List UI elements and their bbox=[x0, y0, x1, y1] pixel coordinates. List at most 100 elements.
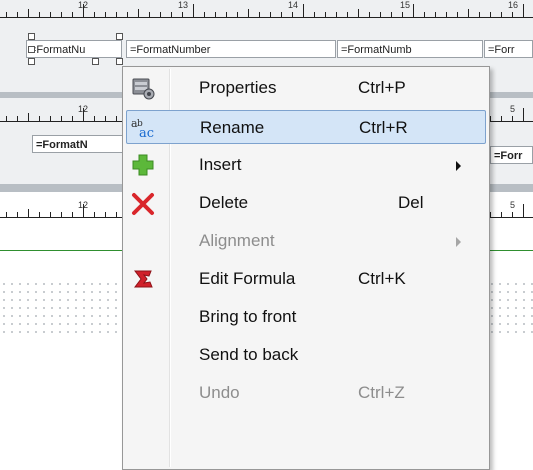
ruler-tick bbox=[72, 212, 73, 218]
ruler-tick bbox=[358, 9, 359, 18]
menu-item-insert[interactable]: Insert bbox=[126, 148, 486, 182]
ruler-tick bbox=[226, 12, 227, 18]
ruler-tick bbox=[94, 212, 95, 218]
ruler-tick bbox=[490, 116, 491, 122]
ruler-tick bbox=[83, 204, 84, 218]
ruler-tick bbox=[61, 116, 62, 122]
menu-item-label: Insert bbox=[199, 155, 242, 174]
ruler-tick bbox=[160, 12, 161, 18]
ruler-tick bbox=[347, 12, 348, 18]
ruler-number: 16 bbox=[508, 0, 519, 10]
menu-item-shortcut: Ctrl+K bbox=[358, 269, 406, 288]
ruler-tick bbox=[523, 4, 524, 18]
menu-item-bring-to-front[interactable]: Bring to front bbox=[126, 300, 486, 334]
menu-item-properties[interactable]: Properties Ctrl+P bbox=[126, 71, 486, 105]
ruler-tick bbox=[501, 212, 502, 218]
ruler-tick bbox=[39, 12, 40, 18]
ruler-tick bbox=[39, 116, 40, 122]
ruler-tick bbox=[435, 12, 436, 18]
ruler-tick bbox=[17, 12, 18, 18]
ruler-tick bbox=[248, 9, 249, 18]
menu-item-send-to-back[interactable]: Send to back bbox=[126, 338, 486, 372]
menu-item-edit-formula[interactable]: Edit Formula Ctrl+K bbox=[126, 262, 486, 296]
menu-item-label: Properties bbox=[199, 78, 277, 97]
menu-item-label: Rename bbox=[200, 118, 265, 137]
ruler-tick bbox=[512, 116, 513, 122]
ruler-tick bbox=[237, 12, 238, 18]
ruler-tick bbox=[171, 12, 172, 18]
selection-handle[interactable] bbox=[28, 58, 35, 65]
submenu-arrow-icon bbox=[456, 237, 461, 247]
ruler-tick bbox=[83, 4, 84, 18]
ruler-tick bbox=[72, 116, 73, 122]
ruler-number: 5 bbox=[510, 104, 516, 114]
report-field[interactable]: =Forr bbox=[484, 40, 533, 58]
ruler-tick bbox=[17, 116, 18, 122]
ruler-tick bbox=[94, 116, 95, 122]
menu-item-rename[interactable]: a b ac Rename Ctrl+R bbox=[126, 110, 486, 144]
context-menu: Properties Ctrl+P a b ac Rename Ctrl+R I… bbox=[122, 66, 490, 470]
ruler-tick bbox=[105, 212, 106, 218]
menu-item-label: Undo bbox=[199, 383, 240, 402]
ruler-tick bbox=[72, 12, 73, 18]
ruler-tick bbox=[94, 12, 95, 18]
selection-handle[interactable] bbox=[92, 58, 99, 65]
ruler-tick bbox=[61, 212, 62, 218]
ruler-tick bbox=[336, 12, 337, 18]
ruler-tick bbox=[28, 9, 29, 18]
selection-handle[interactable] bbox=[116, 58, 123, 65]
report-field[interactable]: =FormatNumb bbox=[337, 40, 483, 58]
menu-item-label: Delete bbox=[199, 193, 249, 212]
menu-item-label: Alignment bbox=[199, 231, 275, 250]
ruler-tick bbox=[402, 12, 403, 18]
menu-item-label: Bring to front bbox=[199, 307, 297, 326]
report-field[interactable]: =Forr bbox=[490, 146, 533, 164]
ruler-tick bbox=[457, 12, 458, 18]
ruler-tick bbox=[50, 12, 51, 18]
ruler-tick bbox=[6, 12, 7, 18]
delete-x-icon bbox=[130, 190, 156, 216]
menu-item-shortcut: Ctrl+P bbox=[358, 78, 406, 97]
ruler-tick bbox=[182, 12, 183, 18]
ruler-tick bbox=[28, 209, 29, 218]
menu-item-alignment[interactable]: Alignment bbox=[126, 224, 486, 258]
report-field[interactable]: =FormatN bbox=[32, 135, 128, 153]
ruler-tick bbox=[446, 12, 447, 18]
ruler-tick bbox=[50, 212, 51, 218]
menu-item-delete[interactable]: Delete Del bbox=[126, 186, 486, 220]
plus-icon bbox=[130, 152, 156, 178]
menu-item-undo[interactable]: Undo Ctrl+Z bbox=[126, 376, 486, 410]
report-field[interactable]: =FormatNumber bbox=[126, 40, 336, 58]
ruler-tick bbox=[83, 108, 84, 122]
svg-text:ac: ac bbox=[139, 126, 154, 141]
ruler-tick bbox=[270, 12, 271, 18]
ruler-tick bbox=[193, 4, 194, 18]
submenu-arrow-icon bbox=[456, 161, 461, 171]
ruler-tick bbox=[204, 12, 205, 18]
ruler-tick bbox=[6, 212, 7, 218]
ruler-tick bbox=[479, 12, 480, 18]
ruler-tick bbox=[303, 4, 304, 18]
selection-handle[interactable] bbox=[28, 33, 35, 40]
ruler-number: 14 bbox=[288, 0, 299, 10]
menu-item-label: Edit Formula bbox=[199, 269, 296, 288]
ruler-tick bbox=[6, 116, 7, 122]
ruler-tick bbox=[490, 12, 491, 18]
ruler-tick bbox=[391, 12, 392, 18]
ruler-tick bbox=[61, 12, 62, 18]
menu-item-shortcut: Ctrl+R bbox=[359, 118, 408, 137]
ruler-tick bbox=[127, 12, 128, 18]
selection-handle[interactable] bbox=[116, 33, 123, 40]
ruler-tick bbox=[413, 4, 414, 18]
ruler-tick bbox=[325, 12, 326, 18]
report-field[interactable]: =FormatNu bbox=[26, 40, 122, 58]
ruler-tick bbox=[501, 116, 502, 122]
ruler-tick bbox=[380, 12, 381, 18]
ruler-tick bbox=[215, 12, 216, 18]
menu-item-shortcut: Ctrl+Z bbox=[358, 383, 405, 402]
ruler-tick bbox=[50, 116, 51, 122]
ruler-tick bbox=[424, 12, 425, 18]
ruler-tick bbox=[105, 12, 106, 18]
selection-handle[interactable] bbox=[28, 46, 35, 53]
ruler-tick bbox=[314, 12, 315, 18]
